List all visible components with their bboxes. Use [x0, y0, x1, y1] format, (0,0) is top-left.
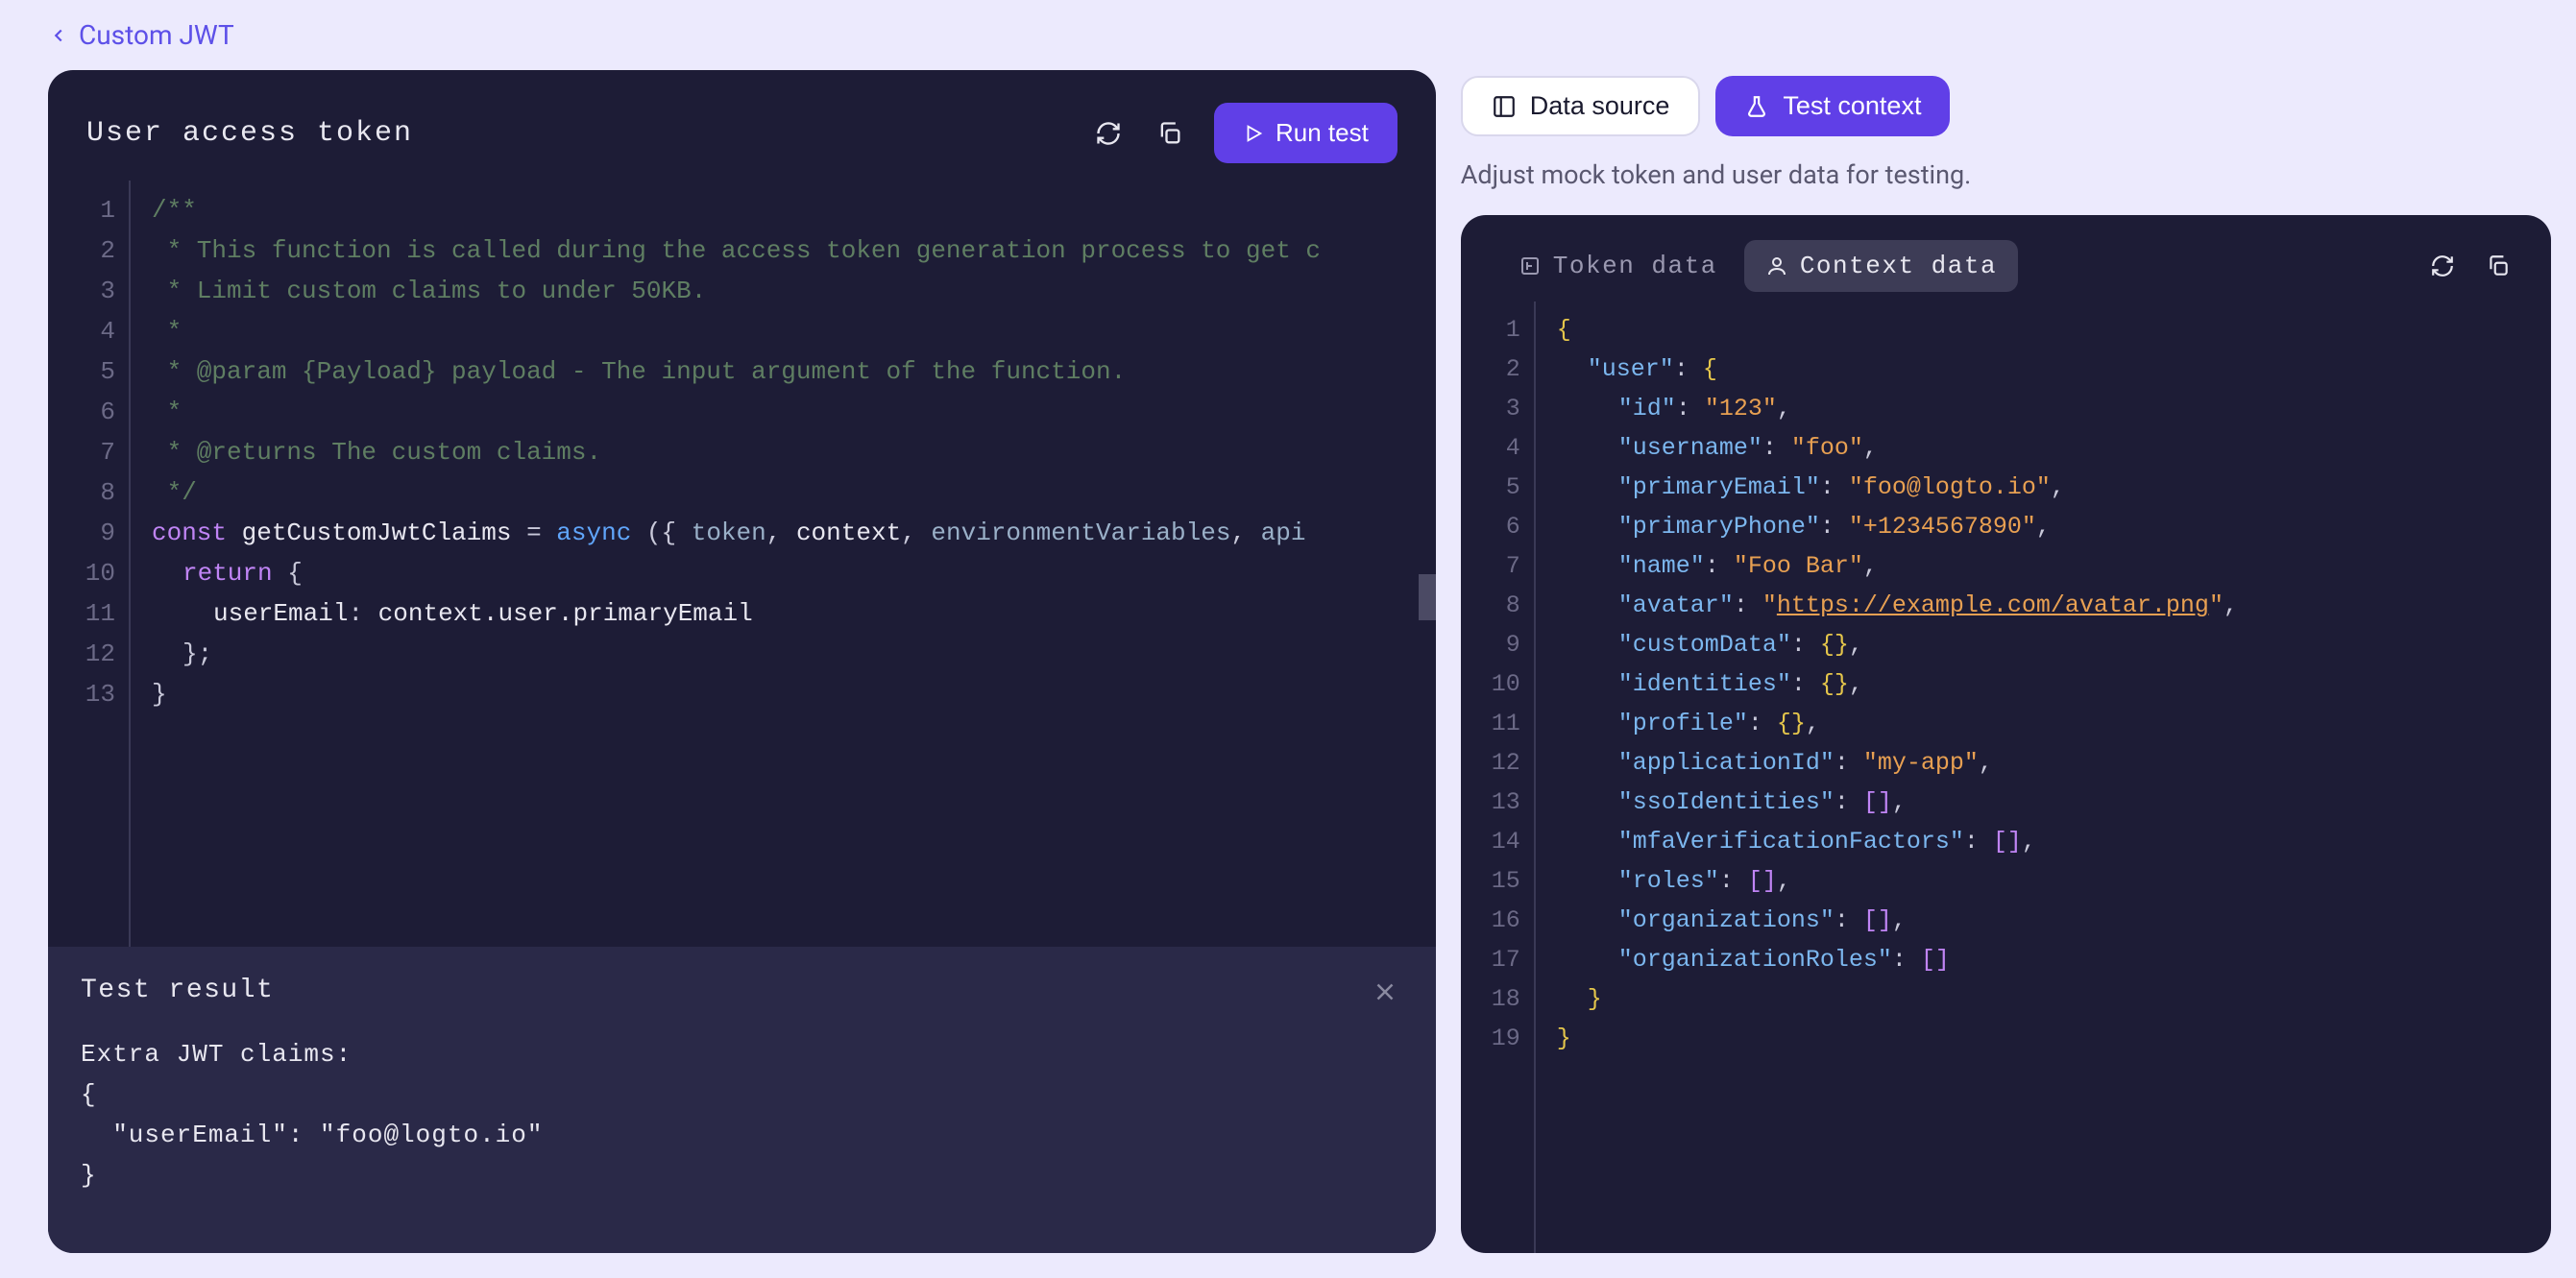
chevron-left-icon — [48, 25, 69, 46]
test-result-body: Extra JWT claims: { "userEmail": "foo@lo… — [81, 1034, 1397, 1195]
editor-scrollbar[interactable] — [1419, 574, 1436, 620]
code-panel: User access token Run test 1234567891011… — [48, 70, 1436, 1253]
editor-content[interactable]: /** * This function is called during the… — [129, 181, 1436, 947]
close-result-button[interactable] — [1367, 974, 1403, 1013]
tab-context-data[interactable]: Context data — [1744, 240, 2018, 292]
tab-token-label: Token data — [1553, 252, 1717, 280]
code-panel-title: User access token — [86, 117, 413, 150]
layout-icon — [1492, 94, 1517, 119]
json-content[interactable]: {"user": {"id": "123","username": "foo",… — [1534, 301, 2551, 1253]
test-context-label: Test context — [1783, 91, 1921, 121]
play-icon — [1243, 123, 1264, 144]
flask-icon — [1744, 94, 1769, 119]
token-icon — [1519, 254, 1542, 277]
breadcrumb-back[interactable]: Custom JWT — [48, 19, 234, 51]
subtext: Adjust mock token and user data for test… — [1461, 154, 2551, 200]
user-icon — [1765, 254, 1788, 277]
close-icon — [1371, 977, 1399, 1006]
context-panel: Token data Context data — [1461, 215, 2551, 1253]
tab-token-data[interactable]: Token data — [1497, 240, 1738, 292]
data-source-label: Data source — [1530, 91, 1670, 121]
code-editor[interactable]: 12345678910111213 /** * This function is… — [48, 181, 1436, 947]
copy-button[interactable] — [1153, 116, 1187, 151]
tab-context-label: Context data — [1800, 252, 1997, 280]
data-source-button[interactable]: Data source — [1461, 76, 1701, 136]
json-editor[interactable]: 12345678910111213141516171819 {"user": {… — [1461, 301, 2551, 1253]
refresh-icon — [1095, 120, 1122, 147]
context-copy-button[interactable] — [2482, 250, 2515, 282]
breadcrumb-label: Custom JWT — [79, 19, 234, 51]
run-test-label: Run test — [1276, 118, 1369, 148]
run-test-button[interactable]: Run test — [1214, 103, 1397, 163]
json-gutter: 12345678910111213141516171819 — [1461, 301, 1534, 1253]
editor-gutter: 12345678910111213 — [48, 181, 129, 947]
refresh-button[interactable] — [1091, 116, 1126, 151]
test-result-title: Test result — [81, 976, 1397, 1005]
test-result-panel: Test result Extra JWT claims: { "userEma… — [48, 947, 1436, 1253]
copy-icon — [2486, 253, 2511, 278]
context-refresh-button[interactable] — [2426, 250, 2459, 282]
copy-icon — [1156, 120, 1183, 147]
refresh-icon — [2430, 253, 2455, 278]
test-context-button[interactable]: Test context — [1715, 76, 1950, 136]
